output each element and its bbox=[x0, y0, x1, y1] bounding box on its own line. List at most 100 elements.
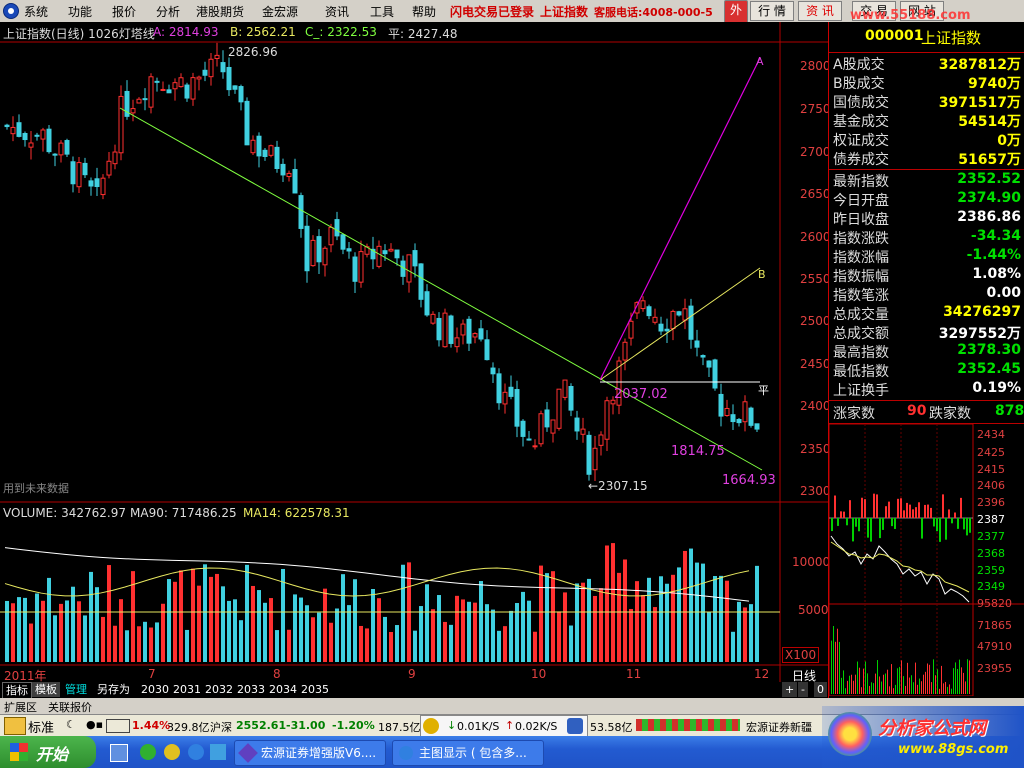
tab-2034[interactable]: 2034 bbox=[266, 682, 300, 697]
volume-bar bbox=[443, 621, 447, 662]
volume-bar bbox=[653, 607, 657, 662]
volume-bar bbox=[671, 574, 675, 662]
taskbar-item-hongyuan[interactable]: 宏源证券增强版V6.... bbox=[234, 740, 386, 766]
candle-body bbox=[220, 62, 226, 73]
candle-body bbox=[598, 434, 604, 446]
candle-body bbox=[70, 161, 76, 185]
menu-system[interactable]: 系统 bbox=[24, 3, 48, 20]
tab-template[interactable]: 模板 bbox=[32, 682, 60, 697]
volume-bar bbox=[419, 606, 423, 662]
app-logo-icon[interactable] bbox=[3, 3, 19, 19]
network-icon[interactable] bbox=[423, 718, 439, 734]
windows-logo-icon bbox=[10, 743, 28, 761]
menu-help[interactable]: 帮助 bbox=[412, 3, 436, 20]
mini-volume-bar bbox=[905, 685, 906, 694]
candle-body bbox=[574, 417, 580, 432]
candle-body bbox=[724, 407, 730, 416]
menu-function[interactable]: 功能 bbox=[68, 3, 92, 20]
mini-volume-bar bbox=[915, 662, 916, 694]
menu-news[interactable]: 资讯 bbox=[325, 3, 349, 20]
ie-icon[interactable] bbox=[567, 718, 583, 734]
down-arrow-icon: ↓ bbox=[447, 719, 457, 732]
mini-bar bbox=[963, 518, 965, 530]
tab-2033[interactable]: 2033 bbox=[234, 682, 268, 697]
news-button[interactable]: 资 讯 bbox=[798, 1, 842, 21]
candle-body bbox=[118, 95, 124, 154]
volume-bar bbox=[569, 625, 573, 662]
row-label: B股成交 bbox=[833, 76, 885, 92]
mini-bar bbox=[852, 518, 854, 542]
candle-body bbox=[4, 124, 10, 128]
candle-body bbox=[526, 438, 532, 441]
quicklaunch-plus-icon[interactable] bbox=[164, 744, 180, 760]
volume-row: 基金成交 54514万 bbox=[831, 111, 1023, 130]
candle-body bbox=[136, 98, 142, 104]
hotline: 客服电话:4008-000-5 bbox=[594, 6, 713, 19]
line-a-value: A: 2814.93 bbox=[153, 25, 219, 39]
volume-bar bbox=[623, 559, 627, 662]
menu-analysis[interactable]: 分析 bbox=[156, 3, 180, 20]
zoom-reset-button[interactable]: 0 bbox=[814, 682, 827, 697]
moon-icon[interactable]: ☾ bbox=[66, 718, 76, 731]
quicklaunch-app-icon[interactable] bbox=[210, 744, 226, 760]
stat-row: 昨日收盘 2386.86 bbox=[831, 209, 1023, 228]
mini-bar bbox=[945, 518, 947, 540]
mode-label[interactable]: 标准 bbox=[28, 717, 54, 736]
tab-save-as[interactable]: 另存为 bbox=[94, 682, 133, 697]
volume-bar bbox=[5, 600, 9, 662]
menu-quote[interactable]: 报价 bbox=[112, 3, 136, 20]
menu-tools[interactable]: 工具 bbox=[370, 3, 394, 20]
tab-manage[interactable]: 管理 bbox=[62, 682, 90, 697]
quicklaunch-ie-icon[interactable] bbox=[188, 744, 204, 760]
row-label: 最高指数 bbox=[833, 345, 889, 361]
zoom-plus-button[interactable]: + bbox=[782, 682, 798, 697]
candle-body bbox=[466, 318, 472, 344]
index-name-menu[interactable]: 上证指数 bbox=[540, 3, 588, 20]
candle-body bbox=[580, 428, 586, 435]
volume-bar bbox=[341, 574, 345, 662]
taskbar-item-ie[interactable]: 主图显示 ( 包含多... bbox=[392, 740, 544, 766]
keyboard-icon[interactable] bbox=[106, 719, 130, 733]
kline-chart[interactable]: 上证指数(日线) 1026灯塔线 A: 2814.93 B: 2562.21 C… bbox=[0, 22, 831, 683]
mini-volume-bar bbox=[833, 625, 834, 694]
zoom-minus-button[interactable]: - bbox=[798, 682, 808, 697]
tab-2032[interactable]: 2032 bbox=[202, 682, 236, 697]
volume-row: B股成交 9740万 bbox=[831, 73, 1023, 92]
candle-body bbox=[316, 236, 322, 263]
volume-bar bbox=[383, 616, 387, 662]
dot-icon[interactable]: ●▪ bbox=[86, 718, 103, 731]
quote-button[interactable]: 行 情 bbox=[750, 1, 794, 21]
menu-hk-futures[interactable]: 港股期货 bbox=[196, 3, 244, 20]
tab-2035[interactable]: 2035 bbox=[298, 682, 332, 697]
candle-body bbox=[292, 169, 298, 194]
y-tick: 2600 bbox=[800, 230, 831, 244]
volume-bar bbox=[17, 597, 21, 662]
brand-name: 分析家公式网 bbox=[878, 718, 986, 739]
volume-bar bbox=[677, 567, 681, 662]
quicklaunch-green-icon[interactable] bbox=[140, 744, 156, 760]
ext-area-tab[interactable]: 扩展区 bbox=[4, 699, 37, 715]
tab-2030[interactable]: 2030 bbox=[138, 682, 172, 697]
candle-body bbox=[490, 367, 496, 375]
tab-2031[interactable]: 2031 bbox=[170, 682, 204, 697]
login-status: 闪电交易已登录 bbox=[450, 5, 535, 19]
volume-bar bbox=[329, 622, 333, 662]
volume-bar bbox=[335, 608, 339, 662]
stat-row: 上证换手 0.19% bbox=[831, 380, 1023, 399]
stat-row: 最低指数 2352.45 bbox=[831, 361, 1023, 380]
start-button[interactable]: 开始 bbox=[0, 736, 96, 768]
tab-indicator[interactable]: 指标 bbox=[2, 682, 32, 699]
candle-body bbox=[730, 414, 736, 423]
volume-bar bbox=[593, 595, 597, 662]
mini-bar bbox=[876, 494, 878, 518]
menu-jinhongyuan[interactable]: 金宏源 bbox=[262, 3, 298, 20]
vol-tick: 5000 bbox=[798, 603, 829, 617]
mini-volume-bar bbox=[869, 685, 870, 694]
volume-bar bbox=[185, 629, 189, 662]
related-quote-tab[interactable]: 关联报价 bbox=[48, 699, 92, 715]
mode-icon[interactable] bbox=[4, 717, 26, 735]
row-label: 昨日收盘 bbox=[833, 212, 889, 228]
mini-volume-bar bbox=[859, 667, 860, 694]
quicklaunch-desktop-icon[interactable] bbox=[110, 744, 128, 762]
mini-bar bbox=[843, 511, 845, 518]
